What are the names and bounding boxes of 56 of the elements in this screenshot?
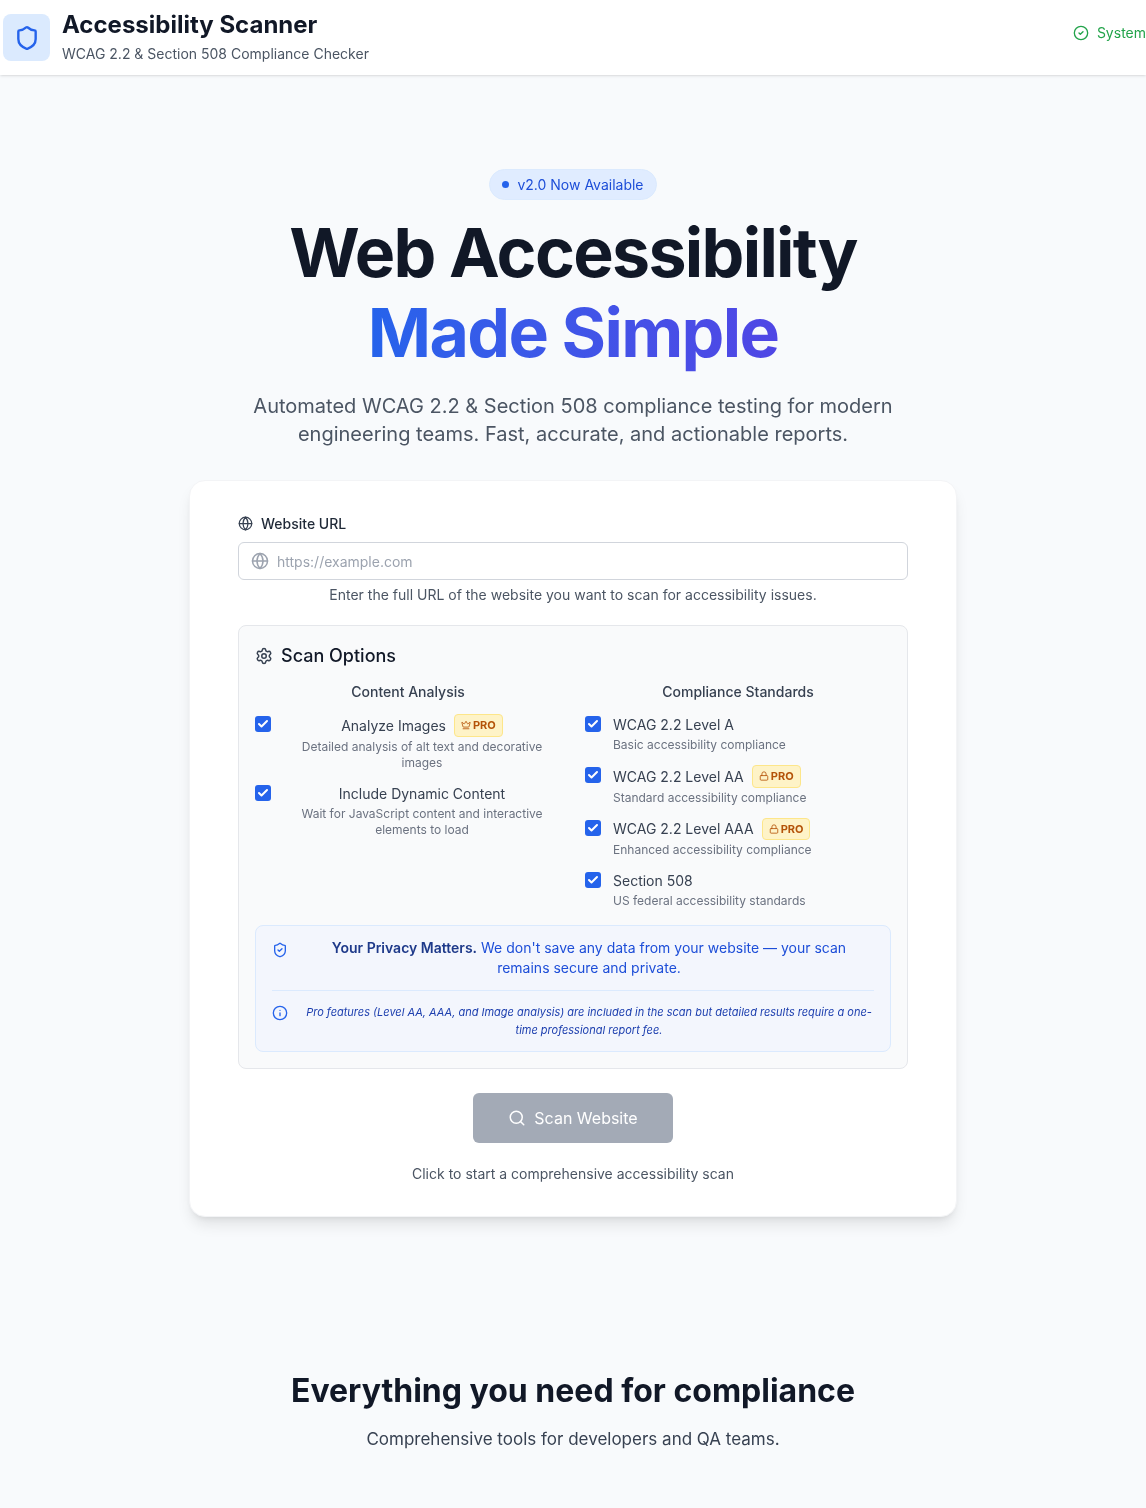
- system-status: System: [1096, 23, 1146, 43]
- info-icon: [272, 1005, 288, 1021]
- checkbox[interactable]: [585, 872, 601, 888]
- option-label: Include Dynamic Content: [338, 783, 506, 804]
- group-title: Content Analysis: [350, 682, 466, 702]
- shield-icon: [272, 942, 288, 958]
- checkbox[interactable]: [255, 716, 271, 732]
- options-title: Scan Options: [281, 644, 397, 668]
- crown-icon: [460, 720, 471, 731]
- option-label: WCAG 2.2 Level A: [613, 715, 734, 735]
- check-icon: [587, 821, 599, 834]
- check-icon: [257, 786, 269, 799]
- checkbox[interactable]: [255, 784, 271, 801]
- option-description: Wait for JavaScript content and interactive elements to load: [300, 805, 544, 838]
- hero-title: Web Accessibility: [289, 212, 857, 292]
- lock-icon: [758, 771, 769, 782]
- option-description: Enhanced accessibility compliance: [613, 842, 812, 858]
- option-label: WCAG 2.2 Level AAA: [613, 819, 754, 840]
- globe-icon: [238, 516, 253, 531]
- option-description: Basic accessibility compliance: [613, 737, 786, 753]
- field-label: Website URL: [261, 514, 347, 534]
- option-description: Detailed analysis of alt text and decorative images: [300, 738, 544, 771]
- pro-badge: PRO: [453, 714, 503, 737]
- option-description: Standard accessibility compliance: [613, 789, 807, 806]
- version-badge: v2.0 Now Available: [489, 169, 657, 200]
- settings-icon: [255, 646, 273, 665]
- group-title: Compliance Standards: [661, 682, 815, 702]
- field-help: Enter the full URL of the website you want to scan for accessibility issues.: [328, 585, 818, 605]
- section-subtitle: Comprehensive tools for developers and QA teams.: [366, 1428, 780, 1451]
- search-icon: [508, 1109, 527, 1127]
- option-description: US federal accessibility standards: [613, 893, 806, 909]
- logo-icon: [3, 14, 50, 61]
- checkbox[interactable]: [585, 819, 601, 836]
- check-icon: [587, 769, 599, 781]
- pro-badge: PRO: [751, 765, 801, 788]
- check-icon: [587, 718, 599, 730]
- app-title: Accessibility Scanner: [62, 11, 319, 39]
- check-icon: [1072, 24, 1089, 41]
- pro-note: Pro features (Level AA, AAA, and Image analysis) are included in the scan but detailed results require a one-time professional report fee.: [305, 1004, 873, 1039]
- hero-description: Automated WCAG 2.2 & Section 508 compliance testing for modern engineering teams. Fast, accurate, and actionable reports.: [252, 393, 894, 448]
- scan-hint: Click to start a comprehensive accessibility scan: [412, 1164, 734, 1184]
- option-label: WCAG 2.2 Level AA: [613, 766, 744, 787]
- url-field[interactable]: https://example.com: [238, 542, 908, 580]
- privacy-text: Your Privacy Matters. We don't save any data from your website — your scan remains secure and private.: [330, 938, 848, 978]
- option-label: Analyze Images: [341, 715, 446, 736]
- checkbox[interactable]: [585, 716, 601, 732]
- globe-icon: [251, 552, 269, 570]
- app-subtitle: WCAG 2.2 & Section 508 Compliance Checker: [62, 44, 369, 64]
- section-title: Everything you need for compliance: [291, 1370, 855, 1412]
- url-input[interactable]: https://example.com: [277, 550, 895, 572]
- check-icon: [587, 874, 599, 886]
- lock-icon: [768, 823, 779, 834]
- checkbox[interactable]: [585, 767, 601, 783]
- option-label: Section 508: [613, 871, 693, 891]
- check-icon: [257, 718, 269, 730]
- pro-badge: PRO: [761, 817, 811, 840]
